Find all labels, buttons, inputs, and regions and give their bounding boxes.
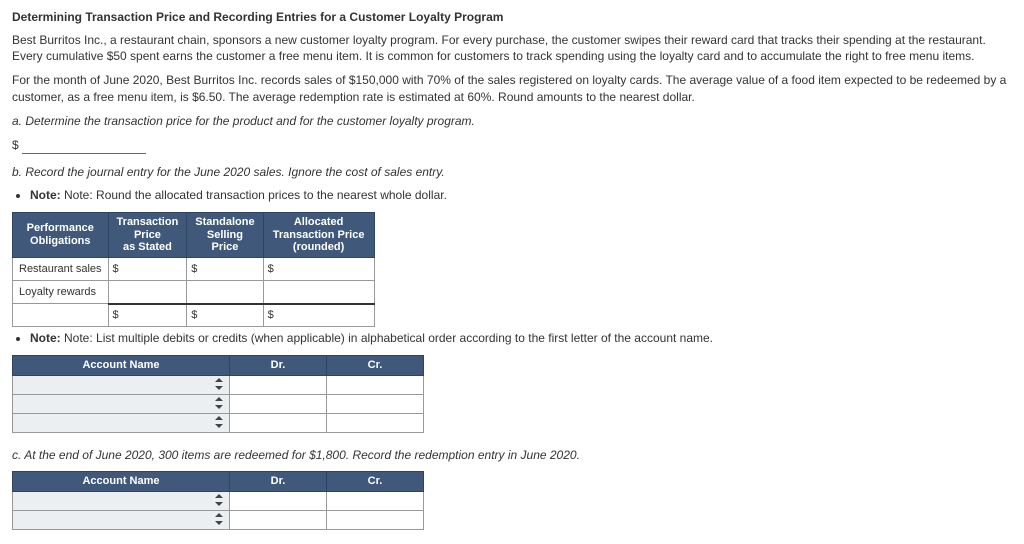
alloc-th-perf: PerformanceObligations	[13, 213, 109, 258]
part-a-prompt: a. Determine the transaction price for t…	[12, 113, 1012, 129]
je-c-account-2[interactable]	[13, 511, 229, 529]
paragraph-intro-1: Best Burritos Inc., a restaurant chain, …	[12, 32, 1012, 64]
je-b-account-2[interactable]	[13, 395, 229, 413]
transaction-price-input[interactable]	[22, 137, 146, 154]
je-c-th-account: Account Name	[13, 471, 230, 491]
allocation-table: PerformanceObligations TransactionPricea…	[12, 212, 375, 327]
alloc-th-allocated: AllocatedTransaction Price(rounded)	[263, 213, 374, 258]
alloc-row-total	[13, 304, 109, 327]
alloc-loyalty-allocated-input[interactable]	[264, 284, 374, 300]
note-rounding: Note: Note: Round the allocated transact…	[30, 188, 1012, 202]
je-c-dr-1[interactable]	[230, 493, 326, 509]
je-c-th-cr: Cr.	[327, 471, 424, 491]
alloc-restaurant-stated-input[interactable]	[121, 261, 187, 277]
alloc-loyalty-stated-input[interactable]	[109, 284, 187, 300]
alloc-loyalty-standalone-input[interactable]	[187, 284, 262, 300]
je-b-dr-2[interactable]	[230, 396, 326, 412]
je-c-th-dr: Dr.	[230, 471, 327, 491]
je-c-dr-2[interactable]	[230, 512, 326, 528]
je-b-th-dr: Dr.	[230, 356, 327, 376]
dollar-sign: $	[12, 138, 19, 152]
note-alphabetical: Note: Note: List multiple debits or cred…	[30, 331, 1012, 345]
journal-entry-c-table: Account Name Dr. Cr.	[12, 471, 424, 530]
je-b-cr-3[interactable]	[327, 415, 423, 431]
dollar-sign: $	[191, 309, 197, 321]
alloc-total-standalone-input[interactable]	[199, 307, 262, 323]
je-b-th-account: Account Name	[13, 356, 230, 376]
je-b-dr-1[interactable]	[230, 377, 326, 393]
page-title: Determining Transaction Price and Record…	[12, 10, 1012, 24]
alloc-row-restaurant: Restaurant sales	[13, 258, 109, 281]
paragraph-intro-2: For the month of June 2020, Best Burrito…	[12, 72, 1012, 104]
je-c-cr-1[interactable]	[327, 493, 423, 509]
dollar-sign: $	[268, 263, 274, 275]
alloc-restaurant-allocated-input[interactable]	[276, 261, 374, 277]
je-b-account-1[interactable]	[13, 376, 229, 394]
alloc-total-allocated-input[interactable]	[276, 307, 374, 323]
dollar-sign: $	[113, 309, 119, 321]
je-c-account-1[interactable]	[13, 492, 229, 510]
je-b-account-3[interactable]	[13, 414, 229, 432]
je-b-th-cr: Cr.	[327, 356, 424, 376]
alloc-th-standalone: StandaloneSellingPrice	[187, 213, 263, 258]
je-b-dr-3[interactable]	[230, 415, 326, 431]
je-b-cr-1[interactable]	[327, 377, 423, 393]
je-c-cr-2[interactable]	[327, 512, 423, 528]
journal-entry-b-table: Account Name Dr. Cr.	[12, 355, 424, 433]
dollar-sign: $	[113, 263, 119, 275]
part-b-prompt: b. Record the journal entry for the June…	[12, 164, 1012, 180]
alloc-row-loyalty: Loyalty rewards	[13, 281, 109, 304]
dollar-sign: $	[191, 263, 197, 275]
alloc-total-stated-input[interactable]	[121, 307, 187, 323]
je-b-cr-2[interactable]	[327, 396, 423, 412]
part-c-prompt: c. At the end of June 2020, 300 items ar…	[12, 447, 1012, 463]
alloc-restaurant-standalone-input[interactable]	[199, 261, 262, 277]
dollar-sign: $	[268, 309, 274, 321]
alloc-th-stated: TransactionPriceas Stated	[108, 213, 187, 258]
